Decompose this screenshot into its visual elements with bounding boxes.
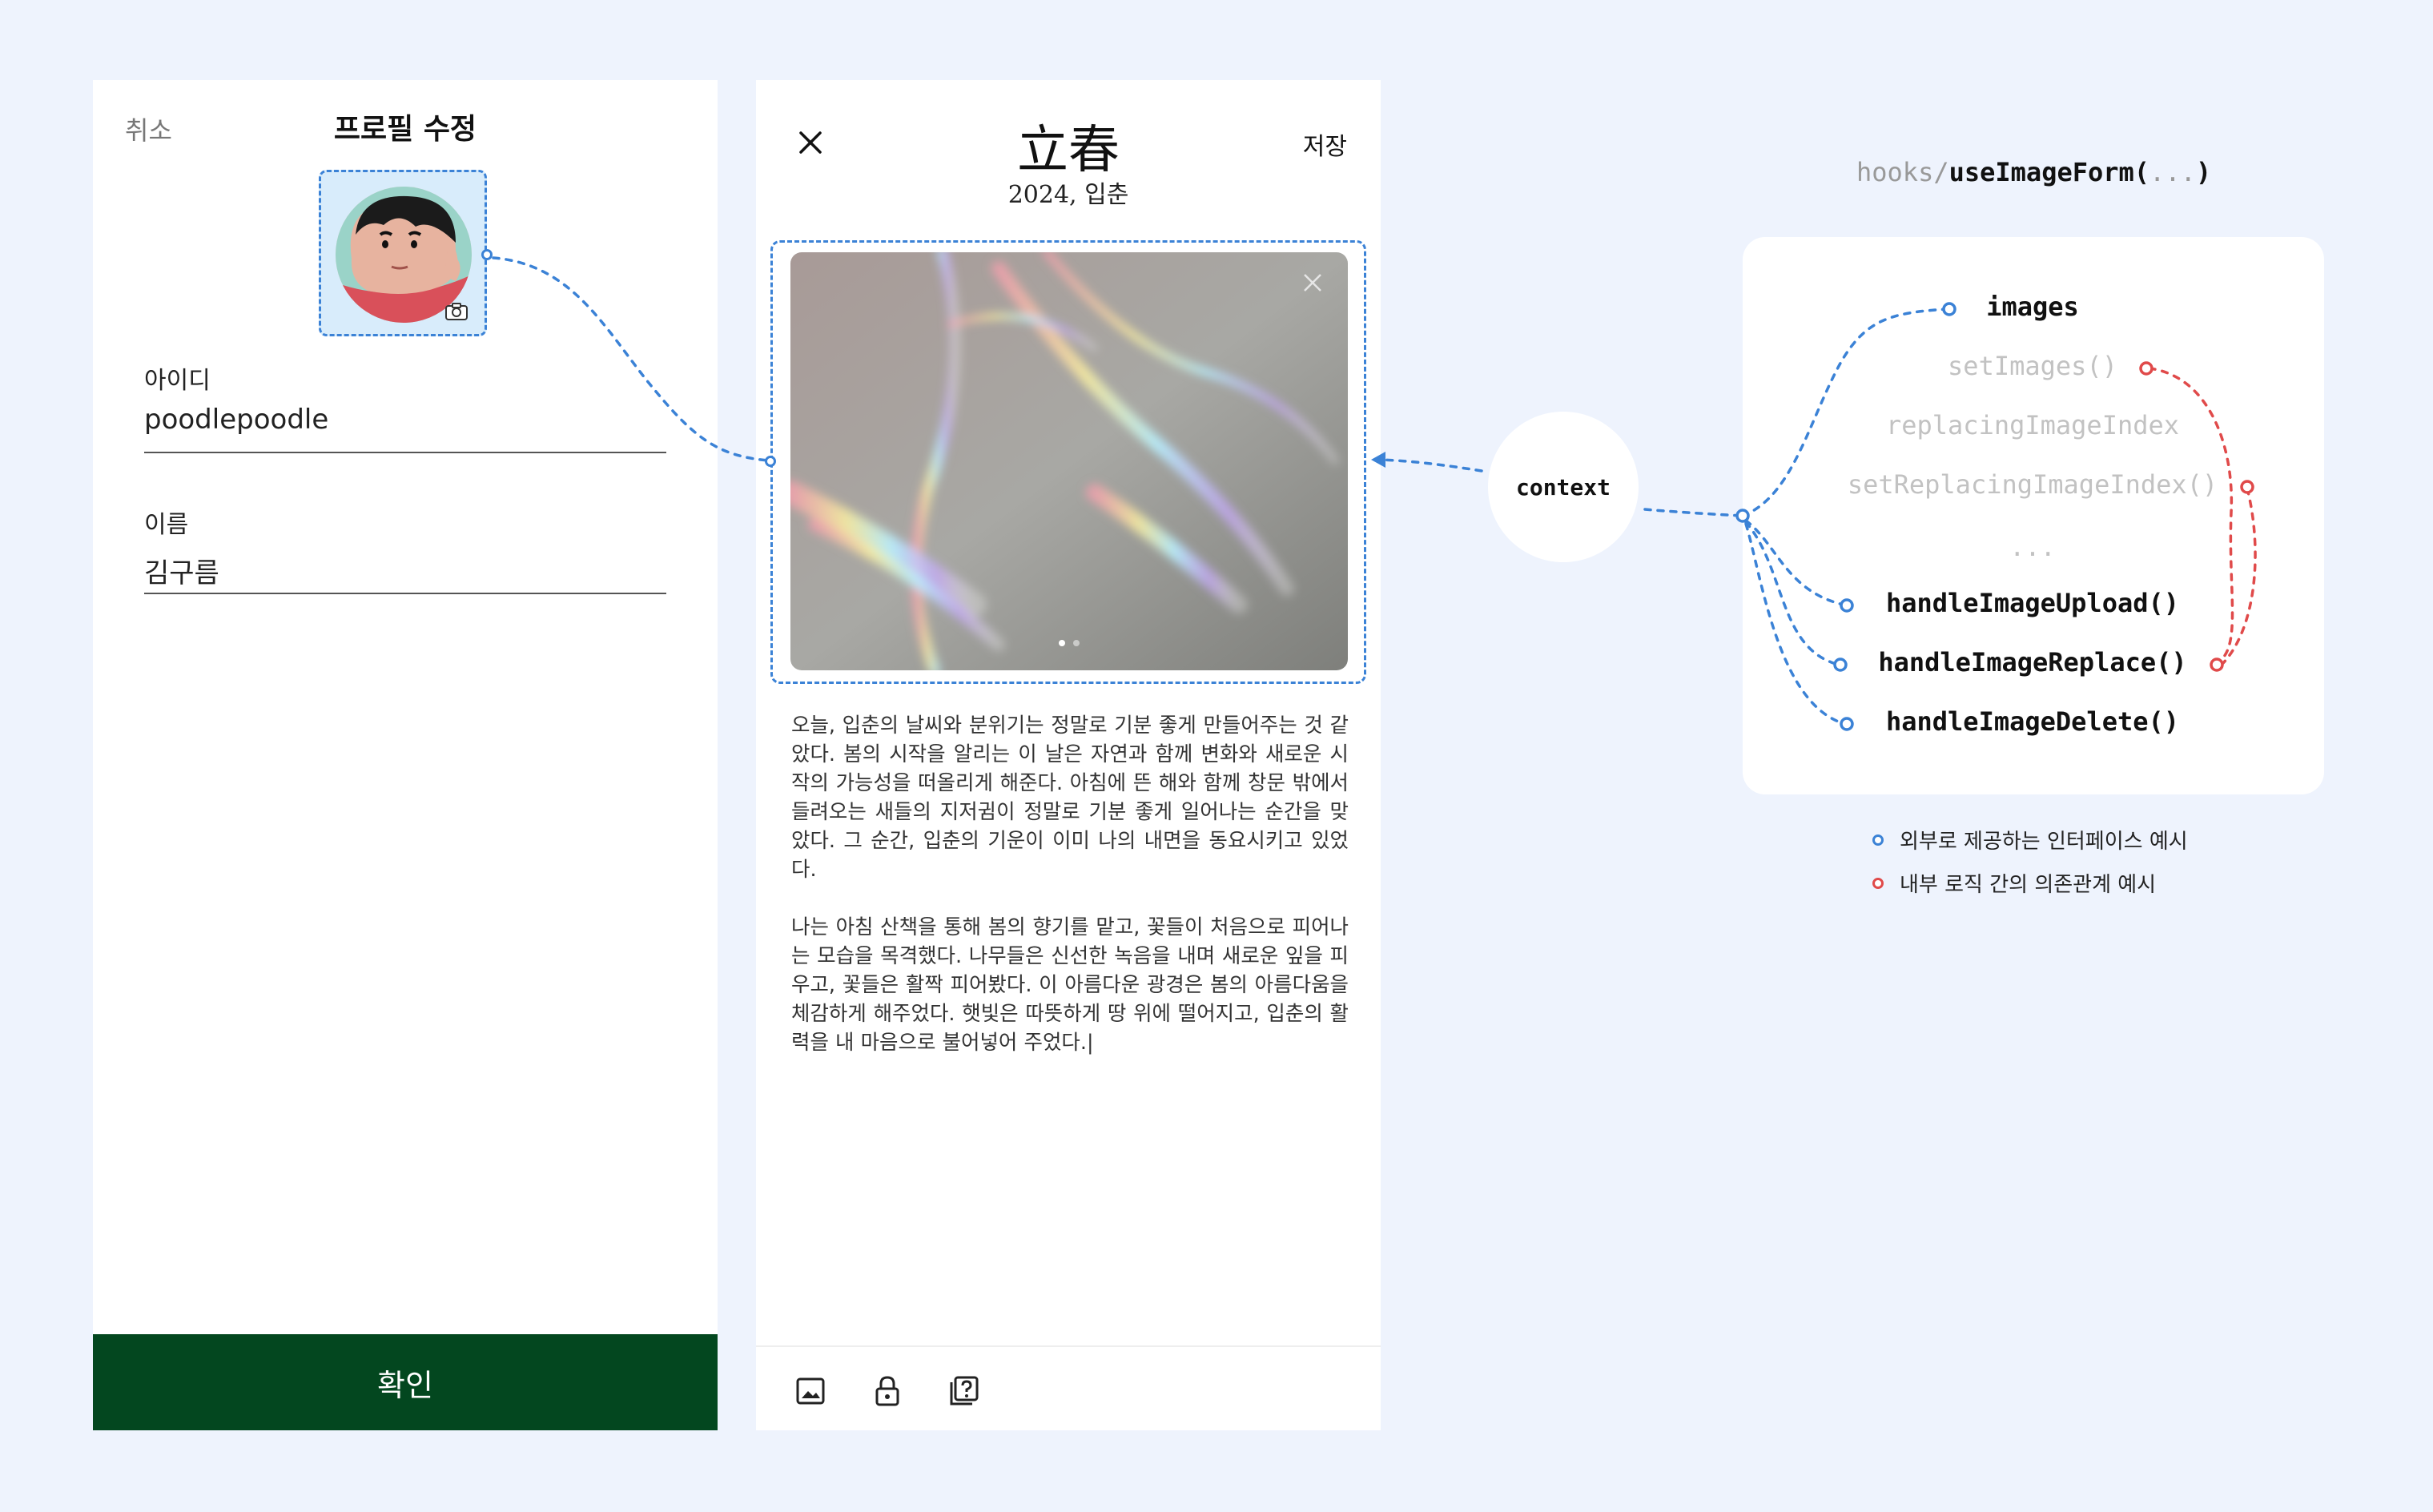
context-to-hook-connector <box>1643 508 1743 517</box>
hook-item-images: images <box>1986 292 2079 322</box>
image-icon[interactable] <box>794 1374 826 1408</box>
hook-prefix: hooks/ <box>1856 157 1949 187</box>
question-icon[interactable] <box>948 1374 980 1408</box>
hook-item-set-replacing-image-index: setReplacingImageIndex() <box>1847 469 2218 500</box>
context-node: context <box>1488 412 1639 562</box>
avatar-upload-frame[interactable] <box>319 170 493 336</box>
carousel-dot[interactable] <box>1073 640 1080 646</box>
lock-icon[interactable] <box>871 1374 903 1408</box>
hook-close: ) <box>2195 157 2212 187</box>
name-field-underline <box>144 593 666 594</box>
diary-date: 2024, 입춘 <box>1007 181 1129 209</box>
camera-icon[interactable] <box>444 302 469 321</box>
legend-label: 내부 로직 간의 의존관계 예시 <box>1900 873 2157 897</box>
remove-image-icon[interactable] <box>1300 270 1325 296</box>
carousel-indicator <box>790 640 1348 646</box>
legend-item-interface: 외부로 제공하는 인터페이스 예시 <box>1872 825 2188 855</box>
hook-item-replacing-image-index: replacingImageIndex <box>1885 410 2180 440</box>
hook-item-handle-image-delete: handleImageDelete() <box>1885 706 2180 737</box>
hook-item-handle-image-upload: handleImageUpload() <box>1885 588 2180 618</box>
id-field-label: 아이디 <box>144 367 211 395</box>
diary-photo[interactable] <box>790 252 1348 670</box>
legend-red-dot <box>1872 877 1884 889</box>
page-title: 프로필 수정 <box>333 113 477 146</box>
name-field[interactable]: 김구름 <box>144 551 219 590</box>
hook-item-ellipsis: ... <box>2009 532 2056 562</box>
diary-title: 立春 <box>1017 121 1120 180</box>
save-button[interactable]: 저장 <box>1303 127 1347 162</box>
diary-editor-panel: 立春 2024, 입춘 저장 오늘, 입춘의 날씨와 분위기는 정말로 기분 좋… <box>756 80 1381 1430</box>
legend-label: 외부로 제공하는 인터페이스 예시 <box>1900 830 2188 854</box>
image-carousel-frame <box>765 240 1366 684</box>
connector-handle <box>481 249 493 260</box>
name-field-label: 이름 <box>144 511 189 539</box>
rainbow-light-image <box>790 252 1348 670</box>
legend-blue-dot <box>1872 834 1884 846</box>
diary-paragraph[interactable]: 오늘, 입춘의 날씨와 분위기는 정말로 기분 좋게 만들어주는 것 같았다. … <box>791 711 1349 884</box>
confirm-button[interactable]: 확인 <box>93 1334 718 1430</box>
hook-args: ... <box>2149 157 2196 187</box>
id-field[interactable]: poodlepoodle <box>144 404 328 436</box>
id-field-underline <box>144 452 666 453</box>
diary-paragraph[interactable]: 나는 아침 산책을 통해 봄의 향기를 맡고, 꽃들이 처음으로 피어나는 모습… <box>791 913 1349 1057</box>
connector-handle <box>765 456 776 467</box>
carousel-dot[interactable] <box>1059 640 1065 646</box>
legend-item-dependency: 내부 로직 간의 의존관계 예시 <box>1872 868 2156 898</box>
hook-name: useImageForm( <box>1948 157 2150 187</box>
hook-item-set-images: setImages() <box>1948 351 2117 381</box>
hook-path: hooks/useImageForm(...) <box>1856 157 2211 187</box>
context-to-image-connector <box>1376 458 1483 472</box>
profile-edit-panel: 취소 프로필 수정 아이디 poodlepoodle 이름 김구름 확인 <box>93 80 718 1430</box>
editor-toolbar <box>756 1345 1381 1432</box>
hook-item-handle-image-replace: handleImageReplace() <box>1878 647 2187 678</box>
